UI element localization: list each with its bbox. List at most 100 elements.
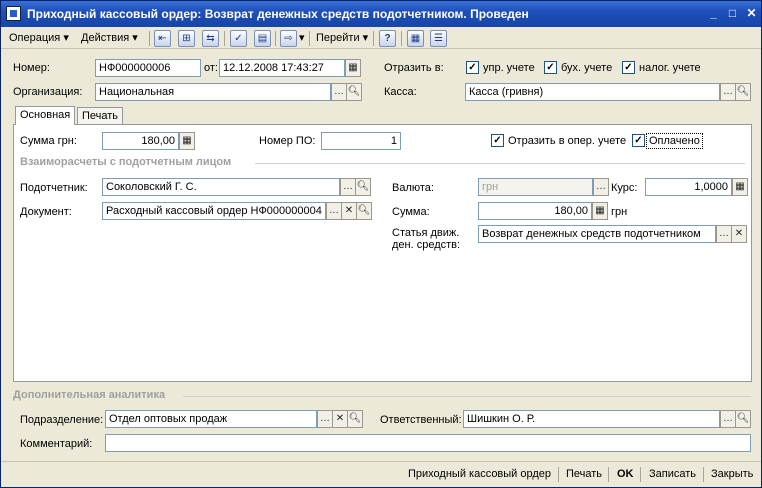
sum-label: Сумма грн: (20, 135, 77, 147)
sum-field[interactable]: 180,00 (102, 132, 179, 150)
select-icon[interactable]: … (720, 83, 736, 101)
search-icon[interactable]: 🔍︎ (735, 83, 751, 101)
separator (275, 31, 276, 46)
document-window: Приходный кассовый ордер: Возврат денежн… (0, 0, 762, 488)
book-accounting-checkbox[interactable]: ✓ (544, 61, 557, 74)
cash-field[interactable]: Касса (гривня) (465, 83, 720, 101)
po-number-field[interactable]: 1 (321, 132, 401, 150)
responsible-label: Ответственный: (380, 414, 462, 426)
operation-menu[interactable]: Операция ▾ (9, 30, 69, 47)
search-icon[interactable]: 🔍︎ (355, 178, 371, 196)
movements-icon[interactable]: ▤ (254, 30, 271, 47)
structure-icon[interactable]: ⊞ (178, 30, 195, 47)
number-label: Номер: (13, 62, 50, 74)
date-label: от: (204, 62, 218, 74)
chevron-down-icon: ▾ (132, 32, 138, 44)
separator (703, 467, 704, 482)
calculator-icon[interactable]: ▦ (732, 178, 748, 196)
document-label: Документ: (20, 206, 72, 218)
goto-menu[interactable]: Перейти ▾ (316, 30, 368, 47)
clear-icon[interactable]: ✕ (731, 225, 747, 243)
person-field[interactable]: Соколовский Г. С. (102, 178, 340, 196)
mgmt-accounting-label: упр. учете (483, 62, 535, 74)
table-settings-icon[interactable]: ▦ (407, 30, 424, 47)
maximize-icon[interactable]: □ (725, 6, 740, 21)
save-button[interactable]: Записать (649, 468, 696, 480)
post-document-icon[interactable]: ✓ (230, 30, 247, 47)
document-flow-icon[interactable]: ⇆ (202, 30, 219, 47)
tax-accounting-checkbox[interactable]: ✓ (622, 61, 635, 74)
amount-unit: грн (611, 206, 628, 218)
print-button[interactable]: Печать (566, 468, 602, 480)
tab-print[interactable]: Печать (77, 107, 124, 125)
separator (558, 467, 559, 482)
separator (149, 31, 150, 46)
create-based-on-icon[interactable]: ⇨ (280, 30, 297, 47)
separator (309, 31, 310, 46)
bottom-bar: Приходный кассовый ордер Печать OK Запис… (1, 461, 761, 487)
search-icon[interactable]: 🔍︎ (346, 83, 362, 101)
close-icon[interactable]: ✕ (744, 6, 759, 21)
clear-icon[interactable]: ✕ (341, 202, 357, 220)
responsible-field[interactable]: Шишкин О. Р. (463, 410, 720, 428)
department-field[interactable]: Отдел оптовых продаж (105, 410, 317, 428)
clear-icon[interactable]: ✕ (332, 410, 348, 428)
paid-label: Оплачено (646, 133, 703, 149)
operation-label: Операция (9, 32, 61, 44)
chevron-down-icon[interactable]: ▾ (299, 30, 305, 47)
chevron-down-icon: ▾ (63, 32, 69, 44)
oper-accounting-label: Отразить в опер. учете (508, 135, 627, 147)
minimize-icon[interactable]: _ (706, 6, 721, 21)
oper-accounting-checkbox[interactable]: ✓ (491, 134, 504, 147)
help-icon[interactable]: ? (379, 30, 396, 47)
calendar-icon[interactable]: ▦ (345, 59, 361, 77)
comment-label: Комментарий: (20, 438, 93, 450)
close-button[interactable]: Закрыть (711, 468, 753, 480)
separator (224, 31, 225, 46)
cash-flow-field[interactable]: Возврат денежных средств подотчетником (478, 225, 716, 243)
select-icon[interactable]: … (331, 83, 347, 101)
select-icon[interactable]: … (593, 178, 609, 196)
amount-field[interactable]: 180,00 (478, 202, 592, 220)
search-icon[interactable]: 🔍︎ (347, 410, 363, 428)
cash-flow-label-line2: ден. средств: (392, 239, 461, 251)
print-form-button[interactable]: Приходный кассовый ордер (408, 468, 551, 480)
toolbar: Операция ▾ Действия ▾ ⇤ ⊞ ⇆ ✓ ▤ ⇨ ▾ Пере… (1, 27, 761, 49)
select-icon[interactable]: … (340, 178, 356, 196)
paid-checkbox[interactable]: ✓ (632, 134, 645, 147)
search-icon[interactable]: 🔍︎ (356, 202, 372, 220)
settlements-section-title: Взаиморасчеты с подотчетным лицом (20, 156, 232, 168)
ok-button[interactable]: OK (617, 468, 634, 480)
date-field[interactable]: 12.12.2008 17:43:27 (219, 59, 345, 77)
move-back-icon[interactable]: ⇤ (154, 30, 171, 47)
comment-field[interactable] (105, 434, 751, 452)
search-icon[interactable]: 🔍︎ (735, 410, 751, 428)
currency-label: Валюта: (392, 182, 434, 194)
actions-menu[interactable]: Действия ▾ (81, 30, 138, 47)
amount-label: Сумма: (392, 206, 430, 218)
rate-label: Курс: (611, 182, 638, 194)
currency-field[interactable]: грн (478, 178, 593, 196)
calculator-icon[interactable]: ▦ (179, 132, 195, 150)
select-icon[interactable]: … (317, 410, 333, 428)
tab-main[interactable]: Основная (15, 106, 76, 125)
calculator-icon[interactable]: ▦ (592, 202, 608, 220)
document-field[interactable]: Расходный кассовый ордер НФ000000004 (102, 202, 326, 220)
mgmt-accounting-checkbox[interactable]: ✓ (466, 61, 479, 74)
list-settings-icon[interactable]: ☰ (430, 30, 447, 47)
window-title: Приходный кассовый ордер: Возврат денежн… (27, 7, 529, 21)
rate-field[interactable]: 1,0000 (645, 178, 732, 196)
separator (608, 467, 609, 482)
chevron-down-icon: ▾ (362, 32, 369, 44)
number-field[interactable]: НФ000000006 (95, 59, 201, 77)
select-icon[interactable]: … (716, 225, 732, 243)
select-icon[interactable]: … (720, 410, 736, 428)
organization-field[interactable]: Национальная (95, 83, 331, 101)
separator (640, 467, 641, 482)
department-label: Подразделение: (20, 414, 104, 426)
separator (373, 31, 374, 46)
person-label: Подотчетник: (20, 182, 88, 194)
po-number-label: Номер ПО: (259, 135, 316, 147)
tax-accounting-label: налог. учете (639, 62, 701, 74)
select-icon[interactable]: … (326, 202, 342, 220)
